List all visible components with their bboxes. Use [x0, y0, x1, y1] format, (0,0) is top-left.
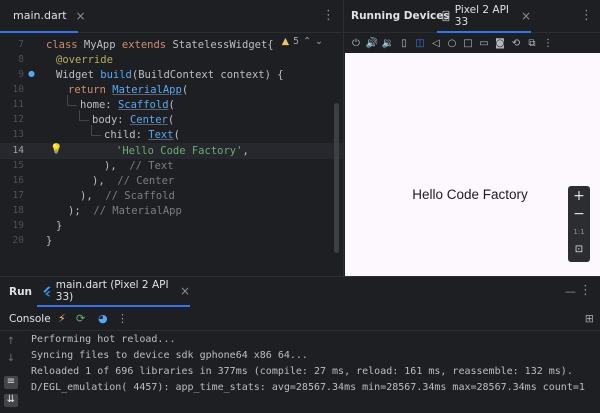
line-number: 13 — [12, 129, 24, 140]
editor-tab-main-dart[interactable]: main.dart × — [0, 0, 86, 33]
more-icon[interactable]: ⋮ — [540, 35, 556, 51]
code-line: child: Text( — [104, 129, 180, 141]
editor-tab-bar: main.dart × ⋮ — [0, 0, 343, 33]
zoom-actual-size-button[interactable]: 1:1 — [568, 228, 590, 236]
editor-tab-label: main.dart — [13, 9, 67, 22]
line-number: 10 — [12, 84, 24, 95]
more-vertical-icon[interactable]: ⋮ — [580, 8, 593, 23]
code-line: @override — [56, 54, 113, 66]
scroll-to-end-icon[interactable]: ⇊ — [4, 394, 18, 407]
console-line: D/EGL_emulation( 4457): app_time_stats: … — [31, 382, 585, 393]
line-number: 7 — [18, 39, 24, 50]
line-number: 17 — [12, 190, 24, 201]
panel-title: Running Devices — [351, 10, 450, 22]
scrollbar[interactable] — [334, 103, 339, 253]
running-devices-panel: Running Devices Pixel 2 API 33 × ⋮ ⏻ 🔊 🔉… — [343, 0, 600, 276]
line-number: 16 — [12, 175, 24, 186]
code-line: class MyApp extends StatelessWidget{ — [46, 39, 274, 51]
line-number: 11 — [12, 99, 24, 110]
arrow-down-icon[interactable]: ↓ — [4, 353, 18, 366]
camera-icon[interactable]: ◙ — [492, 35, 508, 51]
volume-up-icon[interactable]: 🔊 — [364, 35, 380, 51]
line-number: 9 — [18, 69, 24, 80]
device-toolbar: ⏻ 🔊 🔉 ▯ ◫ ◁ ○ □ ▭ ◙ ⟲ ⧉ ⋮ — [344, 33, 600, 53]
intention-bulb-icon[interactable]: 💡 — [50, 144, 62, 155]
code-line: ), // Center — [92, 175, 175, 187]
more-vertical-icon[interactable]: ⋮ — [117, 312, 128, 325]
fit-screen-icon[interactable]: ⊡ — [568, 244, 590, 255]
console-line: Performing hot reload... — [31, 334, 176, 345]
code-line: } — [56, 220, 63, 232]
hot-restart-icon[interactable]: ⟳ — [76, 312, 85, 325]
more-vertical-icon[interactable]: ⋮ — [579, 283, 592, 298]
panel-title: Run — [9, 286, 33, 298]
console-line: Syncing files to device sdk gphone64 x86… — [31, 350, 308, 361]
minimize-icon[interactable]: — — [565, 285, 576, 298]
line-number: 15 — [12, 160, 24, 171]
line-number: 20 — [12, 235, 24, 246]
code-line-current: 'Hello Code Factory', — [116, 145, 249, 157]
code-line: return MaterialApp( — [68, 84, 189, 96]
code-line: ), // Text — [104, 160, 174, 172]
power-icon[interactable]: ⏻ — [348, 35, 364, 51]
zoom-controls: + − 1:1 ⊡ — [568, 186, 590, 262]
resize-icon[interactable]: ⧉ — [524, 35, 540, 51]
line-number: 18 — [12, 205, 24, 216]
line-number-current: 14 — [12, 145, 24, 156]
zoom-in-button[interactable]: + — [568, 188, 590, 204]
device-tab-label: Pixel 2 API 33 — [454, 3, 510, 28]
devtools-icon[interactable]: ◕ — [98, 312, 108, 325]
code-line: Widget build(BuildContext context) { — [56, 69, 284, 81]
console-side-toolbar: ↑ ↓ ≡ ⇊ — [0, 332, 22, 413]
layout-icon[interactable]: ⊞ — [585, 312, 594, 325]
console-line: Reloaded 1 of 696 libraries in 377ms (co… — [31, 366, 573, 377]
run-panel: Run main.dart (Pixel 2 API 33) × — ⋮ Con… — [0, 276, 600, 413]
console-toolbar: Console ⚡ ⟳ ◕ ⋮ — [0, 307, 600, 331]
close-icon[interactable]: × — [180, 284, 190, 298]
chevron-up-icon[interactable]: ⌃ — [303, 36, 311, 47]
console-tab[interactable]: Console — [9, 313, 51, 325]
line-number: 8 — [18, 54, 24, 65]
device-tab[interactable]: Pixel 2 API 33 × — [437, 0, 531, 33]
code-line: body: Center( — [92, 114, 175, 126]
snapshot-icon[interactable]: ⟲ — [508, 35, 524, 51]
zoom-out-button[interactable]: − — [568, 206, 590, 222]
flutter-icon — [43, 286, 51, 296]
soft-wrap-icon[interactable]: ≡ — [4, 376, 18, 389]
back-icon[interactable]: ◁ — [428, 35, 444, 51]
device-screen[interactable]: Hello Code Factory — [345, 53, 600, 276]
code-line: } — [46, 235, 53, 247]
screenshot-icon[interactable]: ▭ — [476, 35, 492, 51]
line-number: 19 — [12, 220, 24, 231]
volume-down-icon[interactable]: 🔉 — [380, 35, 396, 51]
arrow-up-icon[interactable]: ↑ — [4, 336, 18, 349]
home-icon[interactable]: ○ — [444, 35, 460, 51]
code-editor[interactable]: ▲ 5 ⌃ ⌄ ● 💡 7 8 9 10 11 12 13 14 15 16 1… — [0, 33, 343, 276]
overview-icon[interactable]: □ — [460, 35, 476, 51]
chevron-down-icon[interactable]: ⌄ — [315, 36, 323, 47]
app-text: Hello Code Factory — [412, 187, 528, 202]
rotate-right-icon[interactable]: ◫ — [412, 35, 428, 51]
close-icon[interactable]: × — [521, 9, 531, 23]
phone-icon — [442, 10, 450, 21]
run-gutter-icon[interactable]: ● — [28, 69, 35, 78]
code-line: ); // MaterialApp — [68, 205, 182, 217]
warnings-indicator[interactable]: ▲ 5 ⌃ ⌄ — [282, 36, 323, 47]
close-icon[interactable]: × — [76, 9, 86, 23]
code-line: ), // Scaffold — [80, 190, 175, 202]
more-vertical-icon[interactable]: ⋮ — [322, 8, 335, 23]
run-config-tab[interactable]: main.dart (Pixel 2 API 33) × — [37, 277, 190, 307]
line-number: 12 — [12, 114, 24, 125]
run-tab-label: main.dart (Pixel 2 API 33) — [55, 279, 169, 303]
rotate-left-icon[interactable]: ▯ — [396, 35, 412, 51]
run-header: Run main.dart (Pixel 2 API 33) × — ⋮ — [0, 277, 600, 307]
warnings-count: 5 — [293, 36, 300, 47]
code-line: home: Scaffold( — [80, 99, 175, 111]
devices-tab-bar: Running Devices Pixel 2 API 33 × ⋮ — [344, 0, 600, 33]
warning-icon: ▲ — [281, 36, 290, 47]
hot-reload-icon[interactable]: ⚡ — [58, 312, 66, 325]
